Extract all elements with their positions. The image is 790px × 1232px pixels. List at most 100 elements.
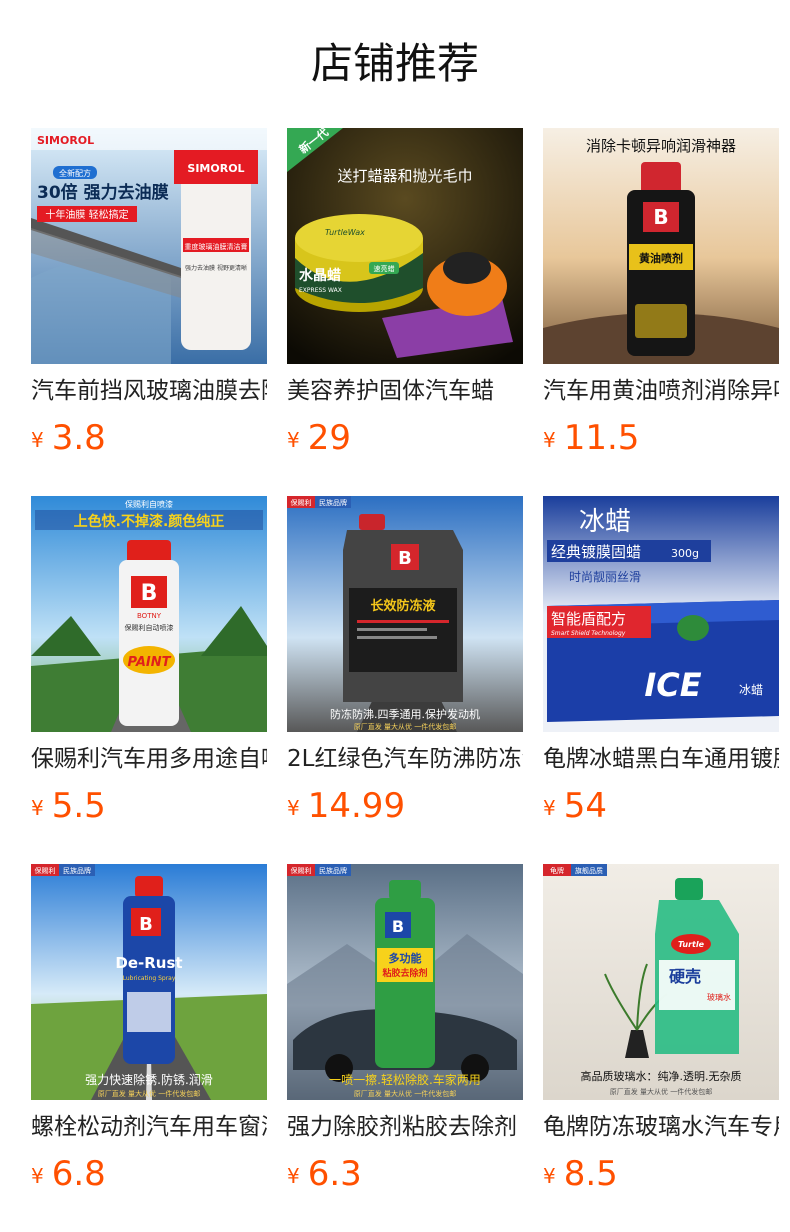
svg-text:Turtle: Turtle: [678, 940, 705, 949]
svg-text:黄油喷剂: 黄油喷剂: [639, 251, 683, 265]
product-image[interactable]: 龟牌 旗舰品质 Turtle 硬壳 玻璃水 高品质玻璃水：纯净.透明.无杂质 原…: [543, 864, 779, 1100]
svg-text:重度玻璃油膜清洁膏: 重度玻璃油膜清洁膏: [185, 242, 248, 251]
product-name[interactable]: 美容养护固体汽车蜡: [287, 374, 523, 408]
price-value: 11.5: [563, 418, 640, 458]
currency-symbol: ¥: [543, 796, 556, 820]
currency-symbol: ¥: [543, 428, 556, 452]
product-card[interactable]: 新一代 送打蜡器和抛光毛巾 TurtleWax 水晶蜡 EXPRESS WAX …: [287, 128, 523, 468]
product-name[interactable]: 龟牌冰蜡黑白车通用镀膜蜡: [543, 742, 779, 776]
svg-text:多功能: 多功能: [389, 951, 422, 965]
svg-text:强力去油膜 视野更清晰: 强力去油膜 视野更清晰: [185, 264, 247, 272]
product-card[interactable]: 消除卡顿异响润滑神器 B 黄油喷剂 汽车用黄油喷剂消除异响 ¥11.5: [543, 128, 779, 468]
product-price: ¥3.8: [31, 414, 106, 462]
svg-text:TurtleWax: TurtleWax: [325, 228, 365, 237]
product-name[interactable]: 保赐利汽车用多用途自喷漆: [31, 742, 267, 776]
svg-text:冰蜡: 冰蜡: [579, 507, 631, 537]
svg-text:十年油膜 轻松搞定: 十年油膜 轻松搞定: [45, 208, 128, 221]
svg-text:BOTNY: BOTNY: [137, 612, 162, 620]
product-price: ¥8.5: [543, 1150, 618, 1198]
product-card[interactable]: 保赐利 民族品牌 B De-Rust Lubricating Spray 强力快…: [31, 864, 267, 1204]
wax-tin-icon: [295, 214, 423, 262]
product-name[interactable]: 汽车前挡风玻璃油膜去除剂: [31, 374, 267, 408]
price-value: 29: [307, 418, 351, 458]
product-card[interactable]: 保赐利自喷漆 上色快.不掉漆.颜色纯正 B BOTNY 保赐利自动喷漆 PAIN…: [31, 496, 267, 836]
currency-symbol: ¥: [543, 1164, 556, 1188]
currency-symbol: ¥: [287, 796, 300, 820]
product-name[interactable]: 螺栓松动剂汽车用车窗润滑剂: [31, 1110, 267, 1144]
svg-text:B: B: [398, 548, 412, 569]
svg-text:玻璃水: 玻璃水: [707, 992, 731, 1002]
product-name[interactable]: 汽车用黄油喷剂消除异响: [543, 374, 779, 408]
product-card[interactable]: 保赐利 民族品牌 B 多功能 粘胶去除剂 一喷一擦.轻松除胶.车家两用 原厂直发…: [287, 864, 523, 1204]
svg-text:保赐利: 保赐利: [291, 498, 312, 507]
svg-text:龟牌: 龟牌: [550, 866, 564, 875]
product-grid: SIMOROL 全新配方 30倍 强力去油膜 十年油膜 轻松搞定 SIMOROL…: [0, 0, 790, 1232]
product-image[interactable]: 保赐利 民族品牌 B De-Rust Lubricating Spray 强力快…: [31, 864, 267, 1100]
product-image[interactable]: 消除卡顿异响润滑神器 B 黄油喷剂: [543, 128, 779, 364]
svg-text:原厂直发 量大从优 一件代发包邮: 原厂直发 量大从优 一件代发包邮: [98, 1089, 200, 1098]
svg-text:智能盾配方: 智能盾配方: [551, 610, 626, 628]
svg-text:民族品牌: 民族品牌: [319, 498, 347, 507]
svg-text:旗舰品质: 旗舰品质: [575, 866, 603, 875]
product-image[interactable]: 新一代 送打蜡器和抛光毛巾 TurtleWax 水晶蜡 EXPRESS WAX …: [287, 128, 523, 364]
product-name[interactable]: 龟牌防冻玻璃水汽车专用: [543, 1110, 779, 1144]
svg-text:B: B: [392, 917, 404, 936]
svg-text:原厂直发 量大从优 一件代发包邮: 原厂直发 量大从优 一件代发包邮: [354, 1089, 456, 1098]
svg-text:长效防冻液: 长效防冻液: [370, 598, 435, 614]
svg-text:保赐利自喷漆: 保赐利自喷漆: [125, 499, 173, 509]
product-card[interactable]: 龟牌 旗舰品质 Turtle 硬壳 玻璃水 高品质玻璃水：纯净.透明.无杂质 原…: [543, 864, 779, 1204]
svg-text:保赐利: 保赐利: [35, 866, 56, 875]
svg-text:冰蜡: 冰蜡: [739, 683, 763, 697]
svg-text:B: B: [653, 205, 668, 229]
svg-text:ICE: ICE: [644, 666, 701, 704]
price-value: 6.3: [307, 1154, 362, 1194]
product-image[interactable]: 保赐利 民族品牌 B 长效防冻液 防冻防沸.四季通用.保护发动机 原厂直发 量大…: [287, 496, 523, 732]
product-price: ¥6.8: [31, 1150, 106, 1198]
price-value: 6.8: [51, 1154, 106, 1194]
brand-logo: SIMOROL: [37, 134, 94, 147]
product-price: ¥11.5: [543, 414, 639, 462]
svg-text:PAINT: PAINT: [128, 655, 172, 670]
product-image[interactable]: SIMOROL 全新配方 30倍 强力去油膜 十年油膜 轻松搞定 SIMOROL…: [31, 128, 267, 364]
currency-symbol: ¥: [31, 428, 44, 452]
svg-text:防冻防沸.四季通用.保护发动机: 防冻防沸.四季通用.保护发动机: [330, 707, 480, 721]
currency-symbol: ¥: [31, 1164, 44, 1188]
product-price: ¥29: [287, 414, 351, 462]
svg-text:保赐利自动喷漆: 保赐利自动喷漆: [125, 623, 174, 632]
svg-text:30倍 强力去油膜: 30倍 强力去油膜: [37, 182, 169, 203]
svg-text:民族品牌: 民族品牌: [63, 866, 91, 875]
svg-text:送打蜡器和抛光毛巾: 送打蜡器和抛光毛巾: [337, 167, 472, 185]
product-price: ¥5.5: [31, 782, 106, 830]
product-image[interactable]: 保赐利自喷漆 上色快.不掉漆.颜色纯正 B BOTNY 保赐利自动喷漆 PAIN…: [31, 496, 267, 732]
svg-text:B: B: [139, 914, 153, 935]
svg-text:原厂直发 量大从优 一件代发包邮: 原厂直发 量大从优 一件代发包邮: [354, 722, 456, 731]
svg-text:粘胶去除剂: 粘胶去除剂: [381, 967, 427, 979]
svg-text:强力快速除锈.防锈.润滑: 强力快速除锈.防锈.润滑: [85, 1072, 213, 1087]
product-card[interactable]: 冰蜡 经典镀膜固蜡 300g 时尚靓丽丝滑 智能盾配方 Smart Shield…: [543, 496, 779, 836]
svg-text:时尚靓丽丝滑: 时尚靓丽丝滑: [569, 570, 641, 584]
svg-text:上色快.不掉漆.颜色纯正: 上色快.不掉漆.颜色纯正: [74, 513, 225, 530]
currency-symbol: ¥: [287, 1164, 300, 1188]
svg-text:Smart Shield Technology: Smart Shield Technology: [551, 630, 626, 637]
svg-text:EXPRESS WAX: EXPRESS WAX: [299, 287, 342, 294]
product-card[interactable]: SIMOROL 全新配方 30倍 强力去油膜 十年油膜 轻松搞定 SIMOROL…: [31, 128, 267, 468]
product-name[interactable]: 强力除胶剂粘胶去除剂: [287, 1110, 523, 1144]
price-value: 54: [563, 786, 607, 826]
product-name[interactable]: 2L红绿色汽车防沸防冻液: [287, 742, 523, 776]
price-value: 5.5: [51, 786, 106, 826]
svg-text:硬壳: 硬壳: [669, 967, 701, 986]
product-image[interactable]: 保赐利 民族品牌 B 多功能 粘胶去除剂 一喷一擦.轻松除胶.车家两用 原厂直发…: [287, 864, 523, 1100]
svg-text:保赐利: 保赐利: [291, 866, 312, 875]
svg-text:一喷一擦.轻松除胶.车家两用: 一喷一擦.轻松除胶.车家两用: [329, 1072, 481, 1087]
product-card[interactable]: 保赐利 民族品牌 B 长效防冻液 防冻防沸.四季通用.保护发动机 原厂直发 量大…: [287, 496, 523, 836]
product-price: ¥14.99: [287, 782, 405, 830]
svg-text:全新配方: 全新配方: [59, 168, 91, 178]
product-image[interactable]: 冰蜡 经典镀膜固蜡 300g 时尚靓丽丝滑 智能盾配方 Smart Shield…: [543, 496, 779, 732]
svg-text:B: B: [141, 581, 158, 606]
svg-text:水晶蜡: 水晶蜡: [299, 267, 341, 284]
price-value: 14.99: [307, 786, 406, 826]
product-price: ¥54: [543, 782, 607, 830]
svg-text:SIMOROL: SIMOROL: [187, 162, 244, 175]
svg-text:De-Rust: De-Rust: [115, 954, 182, 972]
svg-text:民族品牌: 民族品牌: [319, 866, 347, 875]
